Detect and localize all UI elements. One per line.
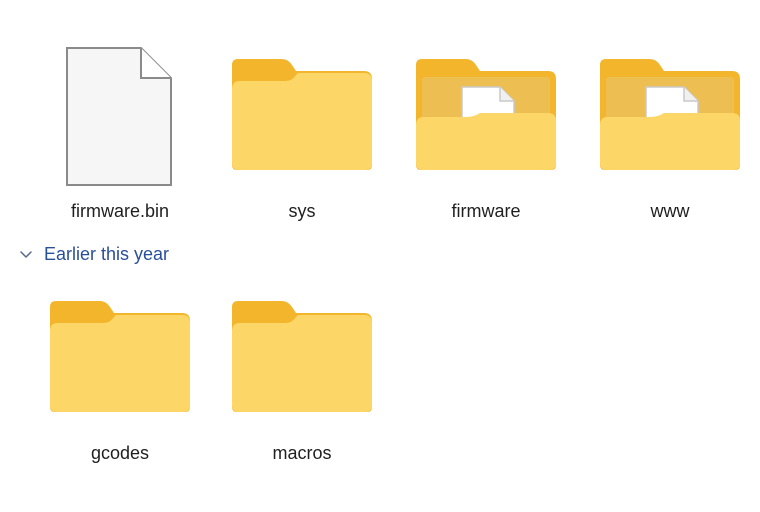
folder-item-macros[interactable]: macros	[212, 287, 392, 477]
document-icon	[30, 45, 210, 205]
folder-item-firmware[interactable]: firmware	[396, 45, 576, 235]
file-explorer-view: firmware.bin sys firmware www Earlier th…	[0, 0, 760, 512]
chevron-down-icon	[18, 246, 34, 262]
folder-name-label: firmware	[451, 201, 521, 221]
folder-name-label: gcodes	[90, 443, 150, 463]
folder-name-label: sys	[288, 201, 316, 221]
folder-icon	[212, 45, 392, 205]
file-name-label: firmware.bin	[70, 201, 170, 221]
group-header-label: Earlier this year	[44, 243, 170, 264]
folder-with-file-icon	[580, 45, 760, 205]
folder-item-gcodes[interactable]: gcodes	[30, 287, 210, 477]
file-item-firmware-bin[interactable]: firmware.bin	[30, 45, 210, 235]
folder-item-sys[interactable]: sys	[212, 45, 392, 235]
folder-name-label: www	[650, 201, 690, 221]
folder-icon	[30, 287, 210, 447]
group-header-earlier-this-year[interactable]: Earlier this year	[18, 240, 169, 268]
folder-icon	[212, 287, 392, 447]
folder-name-label: macros	[272, 443, 332, 463]
folder-item-www[interactable]: www	[580, 45, 760, 235]
folder-with-file-icon	[396, 45, 576, 205]
